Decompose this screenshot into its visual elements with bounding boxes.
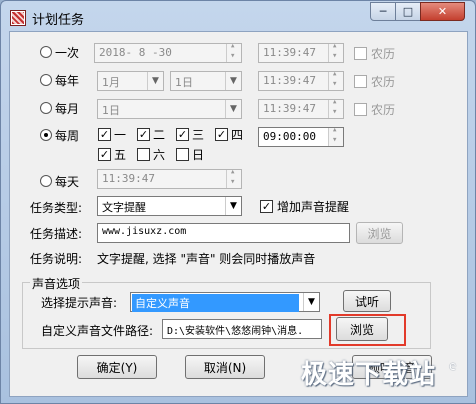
yearly-time-value: 11:39:47 xyxy=(263,74,316,87)
yearly-lunar-checkbox[interactable] xyxy=(354,75,367,88)
sound-path-label: 自定义声音文件路径: xyxy=(41,324,154,338)
sound-path-value: D:\安装软件\悠悠闹钟\消息. xyxy=(167,326,304,337)
monthly-lunar-checkbox[interactable] xyxy=(354,103,367,116)
task-type-select[interactable]: 文字提醒 ▼ xyxy=(97,196,242,216)
sound-remind-checkbox[interactable]: ✓ xyxy=(260,200,273,213)
once-lunar-label: 农历 xyxy=(371,47,396,61)
once-time-spinner[interactable] xyxy=(328,44,343,62)
task-desc-value: www.jisuxz.com xyxy=(102,226,187,237)
radio-daily[interactable] xyxy=(40,175,52,187)
radio-monthly[interactable] xyxy=(40,102,52,114)
monthly-time-value: 11:39:47 xyxy=(263,102,316,115)
weekday-label-wed: 三 xyxy=(192,128,205,142)
monthly-lunar-label: 农历 xyxy=(371,103,396,117)
yearly-month-value: 1月 xyxy=(102,76,120,89)
task-explain-text: 文字提醒, 选择 "声音" 则会同时播放声音 xyxy=(97,252,316,266)
weekly-time-spinner[interactable] xyxy=(328,128,343,146)
task-desc-label: 任务描述: xyxy=(30,227,83,241)
task-desc-input[interactable]: www.jisuxz.com xyxy=(97,223,350,243)
weekday-checkbox-fri[interactable]: ✓ xyxy=(98,148,111,161)
radio-once-label: 一次 xyxy=(55,46,80,60)
sound-path-input[interactable]: D:\安装软件\悠悠闹钟\消息. xyxy=(162,319,322,339)
chevron-down-icon: ▼ xyxy=(225,72,241,90)
cancel-button[interactable]: 取消(N) xyxy=(185,355,265,379)
weekday-checkbox-sun[interactable] xyxy=(176,148,189,161)
weekly-time-field[interactable]: 09:00:00 xyxy=(258,127,344,147)
radio-yearly-label: 每年 xyxy=(55,74,80,88)
weekday-label-mon: 一 xyxy=(114,128,127,142)
once-time-value: 11:39:47 xyxy=(263,46,316,59)
yearly-day-select[interactable]: 1日 ▼ xyxy=(170,71,242,91)
watermark-suffix: e xyxy=(449,359,457,373)
weekday-checkbox-thu[interactable]: ✓ xyxy=(215,128,228,141)
window-title: 计划任务 xyxy=(32,13,85,28)
radio-daily-label: 每天 xyxy=(55,175,80,189)
monthly-time-spinner[interactable] xyxy=(328,100,343,118)
ok-button[interactable]: 确定(Y) xyxy=(77,355,157,379)
once-date-spinner[interactable] xyxy=(226,44,241,62)
sound-select[interactable]: 自定义声音 ▼ xyxy=(130,292,320,312)
chevron-down-icon: ▼ xyxy=(225,100,241,118)
radio-yearly[interactable] xyxy=(40,74,52,86)
task-type-value: 文字提醒 xyxy=(102,201,146,214)
minimize-button[interactable]: ─ xyxy=(370,2,396,21)
monthly-time-field[interactable]: 11:39:47 xyxy=(258,99,344,119)
once-lunar-checkbox[interactable] xyxy=(354,47,367,60)
weekday-checkbox-wed[interactable]: ✓ xyxy=(176,128,189,141)
once-date-field[interactable]: 2018- 8 -30 xyxy=(94,43,242,63)
watermark-logo: 极速下载站 xyxy=(301,360,437,390)
yearly-time-field[interactable]: 11:39:47 xyxy=(258,71,344,91)
select-sound-label: 选择提示声音: xyxy=(41,296,118,310)
weekday-checkbox-tue[interactable]: ✓ xyxy=(137,128,150,141)
dialog-window: 计划任务 ─ □ ✕ 一次 2018- 8 -30 11:39:47 农历 每年… xyxy=(0,0,476,404)
weekday-label-sat: 六 xyxy=(153,148,166,162)
weekly-time-value: 09:00:00 xyxy=(263,130,316,143)
dialog-client: 一次 2018- 8 -30 11:39:47 农历 每年 1月 ▼ 1日 ▼ … xyxy=(9,31,468,397)
weekday-label-tue: 二 xyxy=(153,128,166,142)
chevron-down-icon: ▼ xyxy=(225,197,241,215)
radio-once[interactable] xyxy=(40,46,52,58)
daily-time-value: 11:39:47 xyxy=(102,172,155,185)
weekday-label-thu: 四 xyxy=(231,128,244,142)
daily-time-field[interactable]: 11:39:47 xyxy=(97,169,242,189)
chevron-down-icon: ▼ xyxy=(303,293,319,311)
monthly-day-select[interactable]: 1日 ▼ xyxy=(97,99,242,119)
close-button[interactable]: ✕ xyxy=(420,2,465,21)
once-time-field[interactable]: 11:39:47 xyxy=(258,43,344,63)
yearly-time-spinner[interactable] xyxy=(328,72,343,90)
weekday-checkbox-sat[interactable] xyxy=(137,148,150,161)
task-explain-label: 任务说明: xyxy=(30,252,83,266)
daily-time-spinner[interactable] xyxy=(226,170,241,188)
title-bar[interactable]: 计划任务 ─ □ ✕ xyxy=(1,1,475,31)
weekday-label-fri: 五 xyxy=(114,148,127,162)
radio-monthly-label: 每月 xyxy=(55,102,80,116)
task-type-label: 任务类型: xyxy=(30,201,83,215)
chevron-down-icon: ▼ xyxy=(147,72,163,90)
highlight-box xyxy=(329,314,406,346)
sound-select-value: 自定义声音 xyxy=(132,294,299,312)
sound-options-legend: 声音选项 xyxy=(30,275,83,292)
weekday-label-sun: 日 xyxy=(192,148,205,162)
radio-weekly-label: 每周 xyxy=(55,129,80,143)
radio-weekly[interactable] xyxy=(40,129,52,141)
yearly-lunar-label: 农历 xyxy=(371,75,396,89)
once-date-value: 2018- 8 -30 xyxy=(99,46,172,59)
yearly-day-value: 1日 xyxy=(175,76,193,89)
sound-remind-label: 增加声音提醒 xyxy=(277,200,350,214)
maximize-button[interactable]: □ xyxy=(395,2,421,21)
yearly-month-select[interactable]: 1月 ▼ xyxy=(97,71,164,91)
monthly-day-value: 1日 xyxy=(102,104,120,117)
desc-browse-button[interactable]: 浏览 xyxy=(356,222,403,244)
listen-button[interactable]: 试听 xyxy=(343,290,391,312)
app-icon xyxy=(10,10,26,26)
weekday-checkbox-mon[interactable]: ✓ xyxy=(98,128,111,141)
